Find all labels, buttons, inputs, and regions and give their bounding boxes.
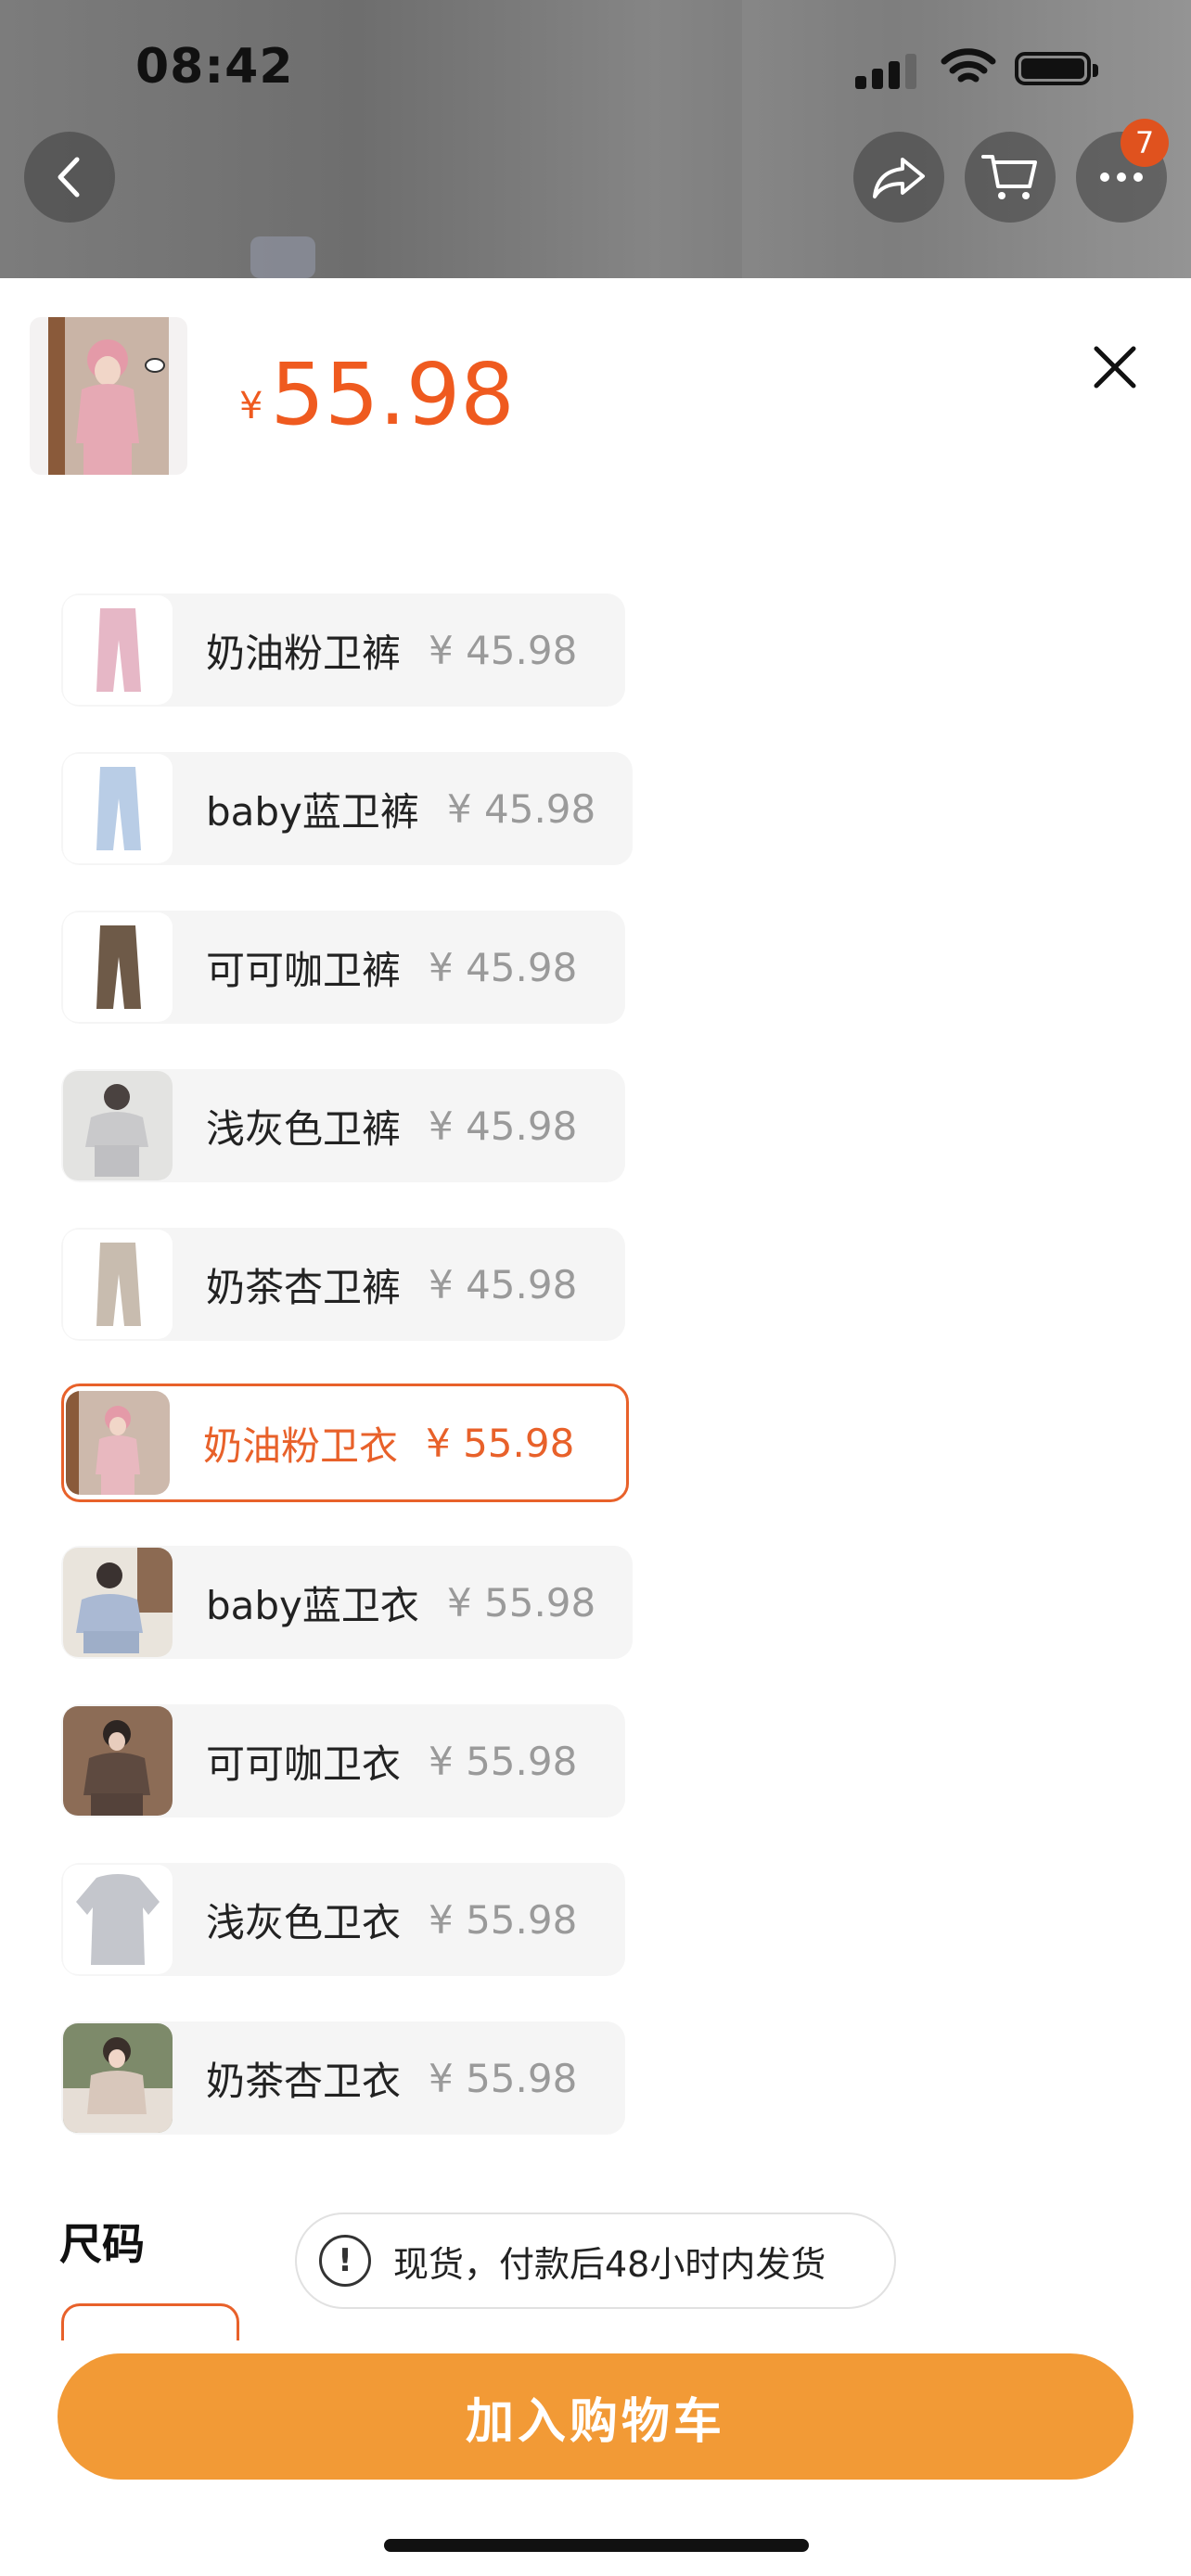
option-item[interactable]: baby蓝卫裤 ¥ 45.98	[61, 752, 633, 865]
option-item[interactable]: baby蓝卫衣 ¥ 55.98	[61, 1546, 633, 1659]
wifi-icon	[941, 48, 996, 83]
option-price: ¥ 55.98	[446, 1579, 596, 1626]
option-price: ¥ 45.98	[429, 1261, 578, 1307]
battery-icon	[1015, 52, 1098, 85]
add-to-cart-button[interactable]: 加入购物车	[58, 2353, 1133, 2480]
option-price: ¥ 55.98	[429, 2055, 578, 2101]
option-thumbnail	[63, 1865, 173, 1974]
option-name: baby蓝卫衣	[206, 1582, 419, 1628]
option-price: ¥ 45.98	[429, 627, 578, 673]
status-time: 08:42	[135, 39, 294, 95]
option-name: 奶油粉卫衣	[203, 1422, 399, 1469]
option-thumbnail	[63, 595, 173, 705]
option-item[interactable]: 可可咖卫衣 ¥ 55.98	[61, 1704, 625, 1817]
option-price: ¥ 45.98	[429, 1103, 578, 1149]
size-section-title: 尺码	[59, 2219, 145, 2269]
more-dots-icon	[1100, 172, 1143, 182]
chevron-left-icon	[58, 157, 80, 198]
currency-symbol: ¥	[239, 385, 263, 427]
option-name: 浅灰色卫衣	[206, 1899, 402, 1945]
shipping-notice: ! 现货，付款后48小时内发货	[295, 2213, 896, 2309]
info-icon: !	[319, 2235, 371, 2287]
option-price: ¥ 55.98	[429, 1896, 578, 1943]
option-thumbnail	[63, 1230, 173, 1339]
cart-icon	[981, 155, 1037, 199]
option-thumbnail	[63, 1548, 173, 1657]
home-indicator	[384, 2539, 809, 2552]
option-thumbnail	[63, 2023, 173, 2133]
background-detail	[250, 236, 315, 278]
option-price: ¥ 45.98	[446, 785, 596, 832]
share-icon	[873, 158, 925, 198]
option-price: ¥ 55.98	[426, 1420, 575, 1466]
option-name: baby蓝卫裤	[206, 788, 419, 835]
cart-button[interactable]	[965, 132, 1056, 223]
size-option-chip[interactable]	[61, 2303, 239, 2340]
option-thumbnail	[63, 1706, 173, 1816]
close-button[interactable]	[1089, 341, 1141, 393]
option-thumbnail	[63, 1071, 173, 1180]
signal-icon	[855, 76, 866, 89]
cart-badge: 7	[1121, 119, 1169, 167]
option-price: ¥ 45.98	[429, 944, 578, 990]
option-name: 奶油粉卫裤	[206, 630, 402, 676]
option-thumbnail	[63, 912, 173, 1022]
option-item[interactable]: 奶茶杏卫衣 ¥ 55.98	[61, 2021, 625, 2135]
back-button[interactable]	[24, 132, 115, 223]
option-item[interactable]: 奶油粉卫裤 ¥ 45.98	[61, 593, 625, 707]
option-name: 浅灰色卫裤	[206, 1105, 402, 1152]
signal-icon	[872, 69, 883, 89]
selected-price: ¥55.98	[239, 345, 515, 444]
option-item[interactable]: 浅灰色卫裤 ¥ 45.98	[61, 1069, 625, 1182]
option-item-selected[interactable]: 奶油粉卫衣 ¥ 55.98	[61, 1384, 629, 1502]
option-name: 奶茶杏卫裤	[206, 1264, 402, 1310]
option-item[interactable]: 浅灰色卫衣 ¥ 55.98	[61, 1863, 625, 1976]
option-item[interactable]: 奶茶杏卫裤 ¥ 45.98	[61, 1228, 625, 1341]
shipping-notice-text: 现货，付款后48小时内发货	[393, 2243, 826, 2285]
status-icons	[855, 46, 1106, 95]
option-thumbnail	[63, 754, 173, 863]
option-name: 奶茶杏卫衣	[206, 2058, 402, 2104]
option-item[interactable]: 可可咖卫裤 ¥ 45.98	[61, 911, 625, 1024]
price-value: 55.98	[270, 345, 515, 444]
signal-icon	[905, 54, 916, 89]
option-price: ¥ 55.98	[429, 1738, 578, 1784]
signal-icon	[889, 61, 900, 89]
option-thumbnail	[66, 1391, 170, 1495]
share-button[interactable]	[853, 132, 944, 223]
option-name: 可可咖卫裤	[206, 947, 402, 993]
close-icon	[1094, 346, 1136, 389]
option-name: 可可咖卫衣	[206, 1741, 402, 1787]
product-thumbnail	[30, 317, 187, 475]
